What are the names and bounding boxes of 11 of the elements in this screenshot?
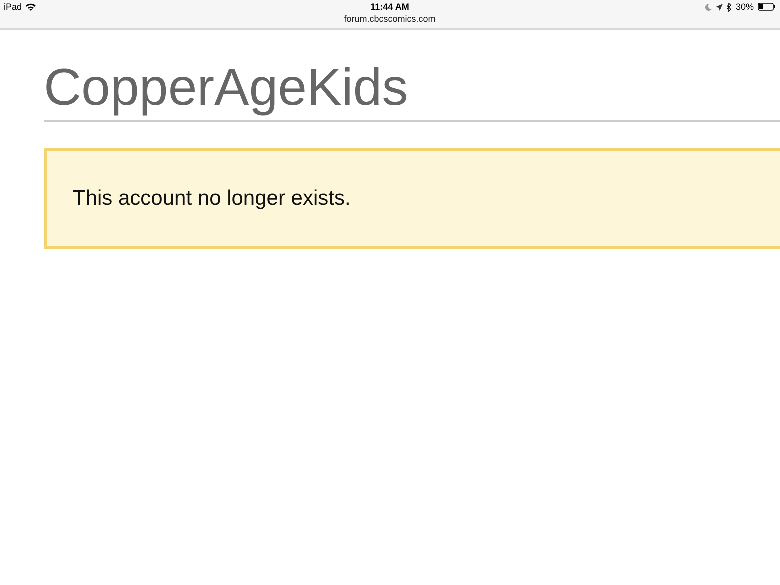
url-address[interactable]: forum.cbcscomics.com [344, 14, 436, 24]
location-arrow-icon [716, 4, 723, 10]
moon-icon [704, 4, 712, 10]
device-name: iPad [4, 2, 22, 12]
alert-message: This account no longer exists. [73, 186, 351, 210]
battery-icon [758, 3, 776, 11]
wifi-icon [26, 3, 36, 11]
page-title: CopperAgeKids [44, 60, 408, 119]
battery-percent: 30% [736, 2, 754, 12]
clock-time: 11:44 AM [370, 2, 410, 12]
bluetooth-icon [726, 2, 732, 12]
